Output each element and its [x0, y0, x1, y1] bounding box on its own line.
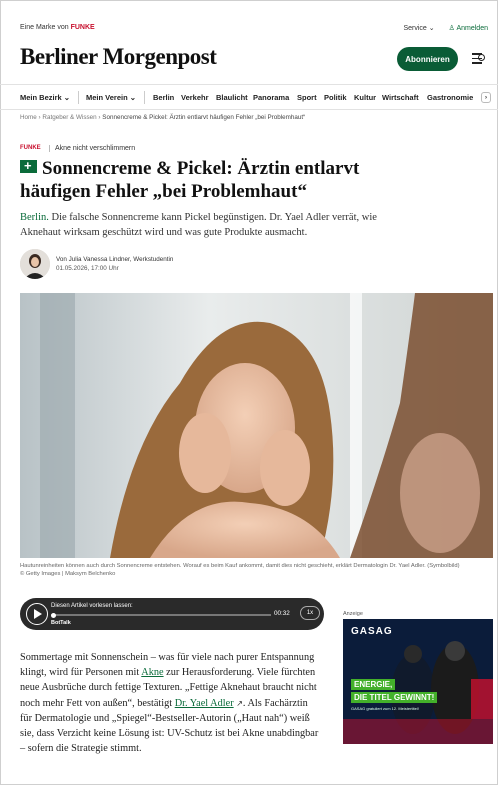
- ad-brand-logo: GASAG: [351, 626, 393, 637]
- article-kicker: Akne nicht verschlimmern: [49, 145, 135, 152]
- ad-headline-2: DIE TITEL GEWINNT!: [351, 692, 438, 703]
- dateline: Berlin.: [20, 212, 49, 223]
- brand-prefix: Eine Marke von: [20, 24, 69, 31]
- player-brand[interactable]: BotTalk: [51, 620, 71, 626]
- user-icon: ♙: [448, 25, 455, 32]
- subscribe-button[interactable]: Abonnieren: [397, 47, 458, 71]
- nav-item-berlin[interactable]: Berlin: [153, 93, 174, 102]
- nav-item-sport[interactable]: Sport: [297, 93, 317, 102]
- ad-headline-1: ENERGIE,: [351, 679, 396, 690]
- nav-item-politik[interactable]: Politik: [324, 93, 347, 102]
- breadcrumb: Home › Ratgeber & Wissen › Sonnencreme &…: [20, 114, 306, 121]
- funke-logo: FUNKE: [70, 24, 95, 31]
- article-headline: Sonnencreme & Pickel: Ärztin entlarvt hä…: [20, 158, 360, 202]
- service-menu[interactable]: Service ⌄: [403, 24, 434, 32]
- breadcrumb-current: Sonnencreme & Pickel: Ärztin entlarvt hä…: [102, 114, 306, 121]
- nav-item-blaulicht[interactable]: Blaulicht: [216, 93, 248, 102]
- main-navigation: Mein Bezirk ⌄ Mein Verein ⌄ Berlin Verke…: [0, 84, 498, 110]
- nav-item-gastronomie[interactable]: Gastronomie: [427, 93, 473, 102]
- nav-item-mein-verein[interactable]: Mein Verein ⌄: [86, 93, 136, 102]
- image-credit: © Getty Images | Maksym Belchenko: [20, 571, 116, 577]
- nav-item-verkehr[interactable]: Verkehr: [181, 93, 209, 102]
- login-link[interactable]: ♙ Anmelden: [449, 24, 488, 32]
- advertisement[interactable]: GASAG ENERGIE, DIE TITEL GEWINNT! GASAG …: [343, 619, 493, 744]
- article-body: Sommertage mit Sonnenschein – was für vi…: [20, 650, 320, 756]
- publish-date: 01.05.2026, 17:00 Uhr: [56, 265, 119, 272]
- audio-progress-slider[interactable]: [51, 612, 271, 618]
- lead-text: Die falsche Sonnencreme kann Pickel begü…: [20, 212, 377, 238]
- service-label: Service: [403, 25, 427, 32]
- hero-image: [20, 293, 493, 558]
- login-label: Anmelden: [456, 25, 488, 32]
- nav-label: Mein Bezirk: [20, 93, 62, 102]
- breadcrumb-home[interactable]: Home: [20, 114, 37, 121]
- nav-item-panorama[interactable]: Panorama: [253, 93, 289, 102]
- author-avatar: [20, 249, 50, 279]
- audio-duration: 00:32: [274, 610, 290, 617]
- breadcrumb-section[interactable]: Ratgeber & Wissen: [42, 114, 96, 121]
- source-tag: FUNKE: [20, 145, 41, 151]
- playback-speed-button[interactable]: 1x: [300, 606, 320, 620]
- author-byline[interactable]: Von Julia Vanessa Lindner, Werkstudentin: [56, 256, 173, 263]
- parent-brand[interactable]: Eine Marke von FUNKE: [20, 24, 95, 31]
- menu-search-icon[interactable]: [472, 53, 486, 65]
- image-caption: Hautunreinheiten können auch durch Sonne…: [20, 562, 490, 578]
- player-title: Diesen Artikel vorlesen lassen:: [51, 603, 133, 609]
- article-lead: Berlin. Die falsche Sonnencreme kann Pic…: [20, 210, 400, 240]
- ad-label: Anzeige: [343, 611, 363, 617]
- link-yael-adler[interactable]: Dr. Yael Adler: [175, 698, 234, 709]
- nav-scroll-right-icon[interactable]: ›: [481, 92, 491, 103]
- site-logo[interactable]: Berliner Morgenpost: [20, 44, 217, 70]
- top-bar: Eine Marke von FUNKE Service ⌄ ♙ Anmelde…: [20, 24, 488, 36]
- play-icon[interactable]: [26, 603, 48, 625]
- caption-text: Hautunreinheiten können auch durch Sonne…: [20, 563, 460, 569]
- nav-item-wirtschaft[interactable]: Wirtschaft: [382, 93, 419, 102]
- nav-item-kultur[interactable]: Kultur: [354, 93, 376, 102]
- nav-item-mein-bezirk[interactable]: Mein Bezirk ⌄: [20, 93, 70, 102]
- audio-player: Diesen Artikel vorlesen lassen: BotTalk …: [20, 598, 324, 630]
- nav-label: Mein Verein: [86, 93, 128, 102]
- external-link-icon: ↗: [236, 698, 243, 708]
- ad-fine-print: GASAG gratuliert zum 12. Meistertitel!: [351, 706, 419, 711]
- link-akne[interactable]: Akne: [141, 667, 163, 678]
